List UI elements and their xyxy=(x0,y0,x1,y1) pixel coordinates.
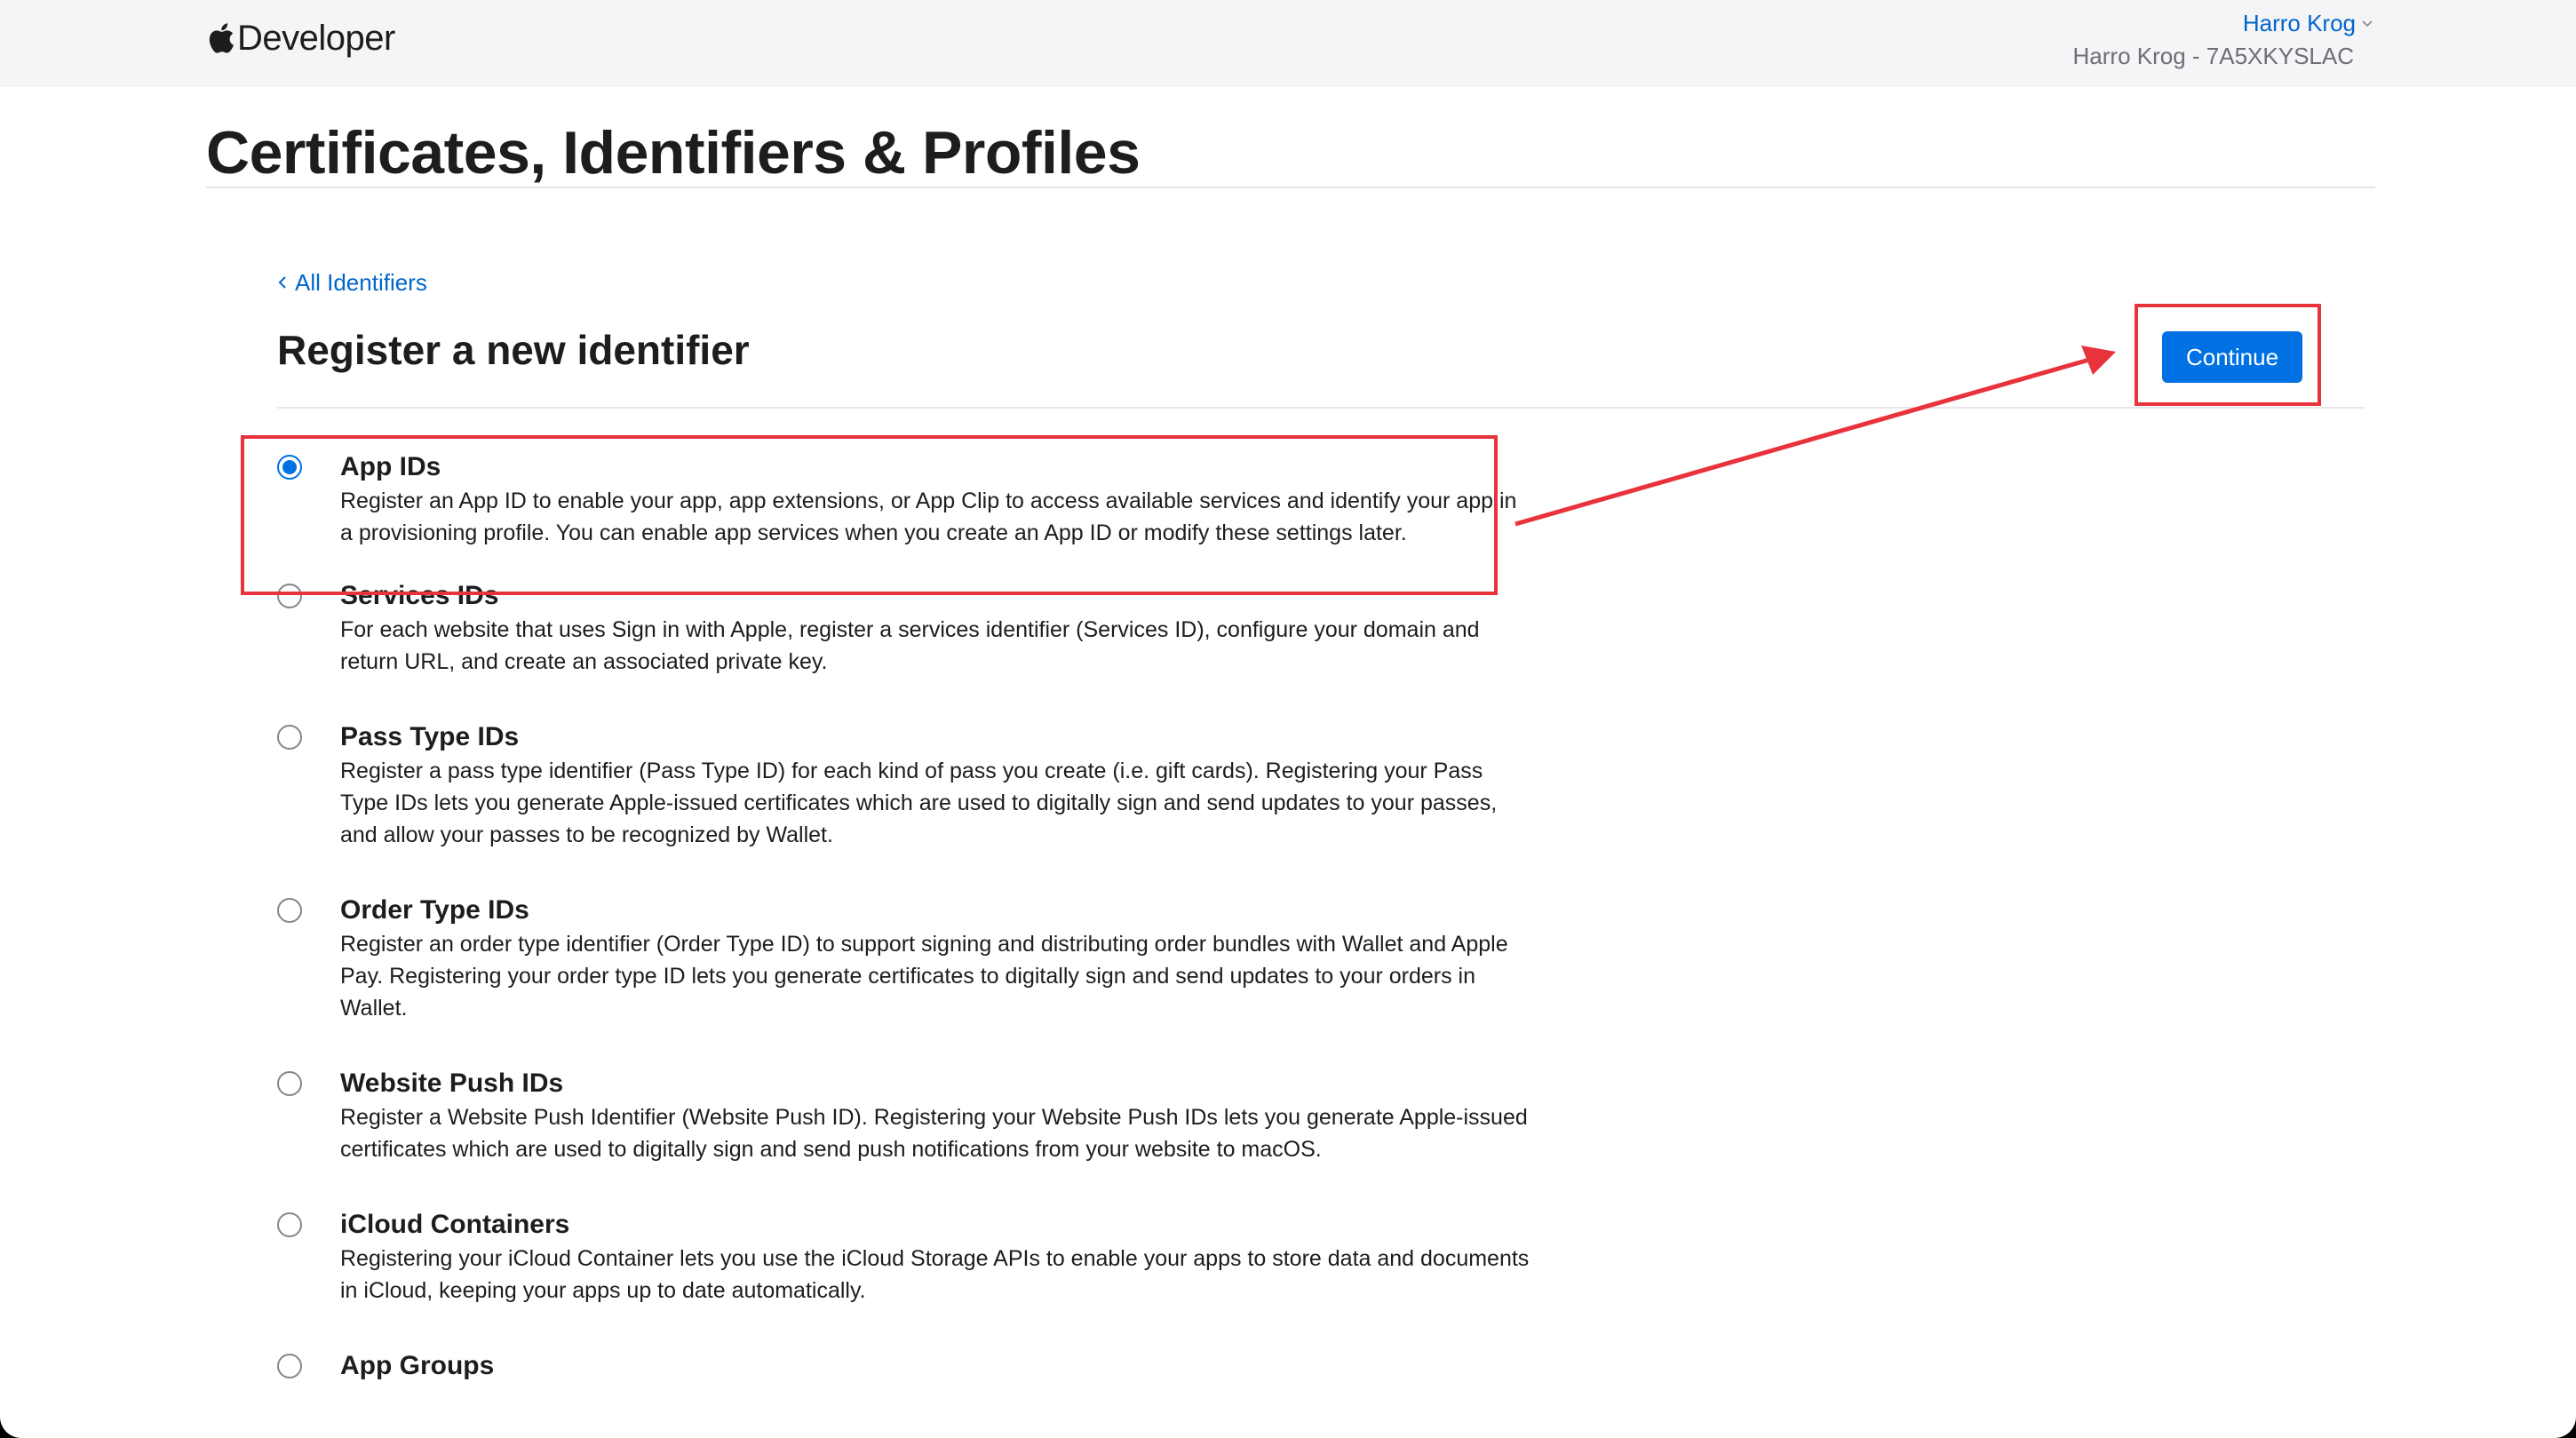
option-title: Website Push IDs xyxy=(340,1069,564,1098)
radio-services-ids[interactable] xyxy=(277,584,302,608)
radio-app-ids[interactable] xyxy=(277,455,302,480)
identifier-type-list: App IDs Register an App ID to enable you… xyxy=(277,449,1529,1384)
option-pass-type-ids[interactable]: Pass Type IDs Register a pass type ident… xyxy=(277,719,1521,851)
page: Developer Harro Krog Harro Krog - 7A5XKY… xyxy=(0,0,2576,1438)
radio-icloud-containers[interactable] xyxy=(277,1212,302,1237)
radio-app-groups[interactable] xyxy=(277,1354,302,1378)
option-title: App IDs xyxy=(340,452,441,481)
account-name-dropdown[interactable]: Harro Krog xyxy=(2243,9,2373,37)
account-name: Harro Krog xyxy=(2242,10,2356,36)
brand-name: Developer xyxy=(237,18,395,58)
back-link-label: All Identifiers xyxy=(295,269,427,296)
option-description: Register an App ID to enable your app, a… xyxy=(340,489,1517,545)
option-title: iCloud Containers xyxy=(340,1210,570,1239)
option-website-push-ids[interactable]: Website Push IDs Register a Website Push… xyxy=(277,1066,1528,1165)
page-title: Certificates, Identifiers & Profiles xyxy=(206,119,1141,187)
option-services-ids[interactable]: Services IDs For each website that uses … xyxy=(277,578,1521,678)
section-title: Register a new identifier xyxy=(277,327,750,373)
top-bar: Developer Harro Krog Harro Krog - 7A5XKY… xyxy=(0,0,2576,87)
account-menu: Harro Krog Harro Krog - 7A5XKYSLAC xyxy=(2073,9,2373,71)
section-divider xyxy=(277,407,2365,409)
developer-home-link[interactable]: Developer xyxy=(208,16,395,60)
option-title: Services IDs xyxy=(340,581,499,610)
window-corner xyxy=(0,1395,43,1438)
continue-button[interactable]: Continue xyxy=(2162,331,2302,383)
title-divider xyxy=(206,187,2375,188)
option-title: App Groups xyxy=(340,1351,495,1380)
account-team: Harro Krog - 7A5XKYSLAC xyxy=(2072,43,2354,69)
radio-order-type-ids[interactable] xyxy=(277,898,302,923)
option-description: Register an order type identifier (Order… xyxy=(340,932,1508,1021)
chevron-left-icon xyxy=(278,276,286,289)
option-order-type-ids[interactable]: Order Type IDs Register an order type id… xyxy=(277,893,1521,1024)
option-app-groups[interactable]: App Groups xyxy=(277,1348,1521,1384)
option-title: Order Type IDs xyxy=(340,895,529,925)
radio-pass-type-ids[interactable] xyxy=(277,725,302,750)
option-app-ids[interactable]: App IDs Register an App ID to enable you… xyxy=(277,449,1521,549)
window-corner xyxy=(2533,1395,2576,1438)
option-title: Pass Type IDs xyxy=(340,722,520,751)
option-description: For each website that uses Sign in with … xyxy=(340,617,1480,674)
radio-website-push-ids[interactable] xyxy=(277,1071,302,1096)
apple-logo-icon xyxy=(209,23,234,53)
option-description: Register a Website Push Identifier (Webs… xyxy=(340,1105,1528,1162)
option-description: Registering your iCloud Container lets y… xyxy=(340,1246,1530,1303)
option-description: Register a pass type identifier (Pass Ty… xyxy=(340,759,1498,847)
chevron-down-icon xyxy=(2362,20,2373,28)
all-identifiers-link[interactable]: All Identifiers xyxy=(277,266,427,298)
option-icloud-containers[interactable]: iCloud Containers Registering your iClou… xyxy=(277,1207,1529,1307)
